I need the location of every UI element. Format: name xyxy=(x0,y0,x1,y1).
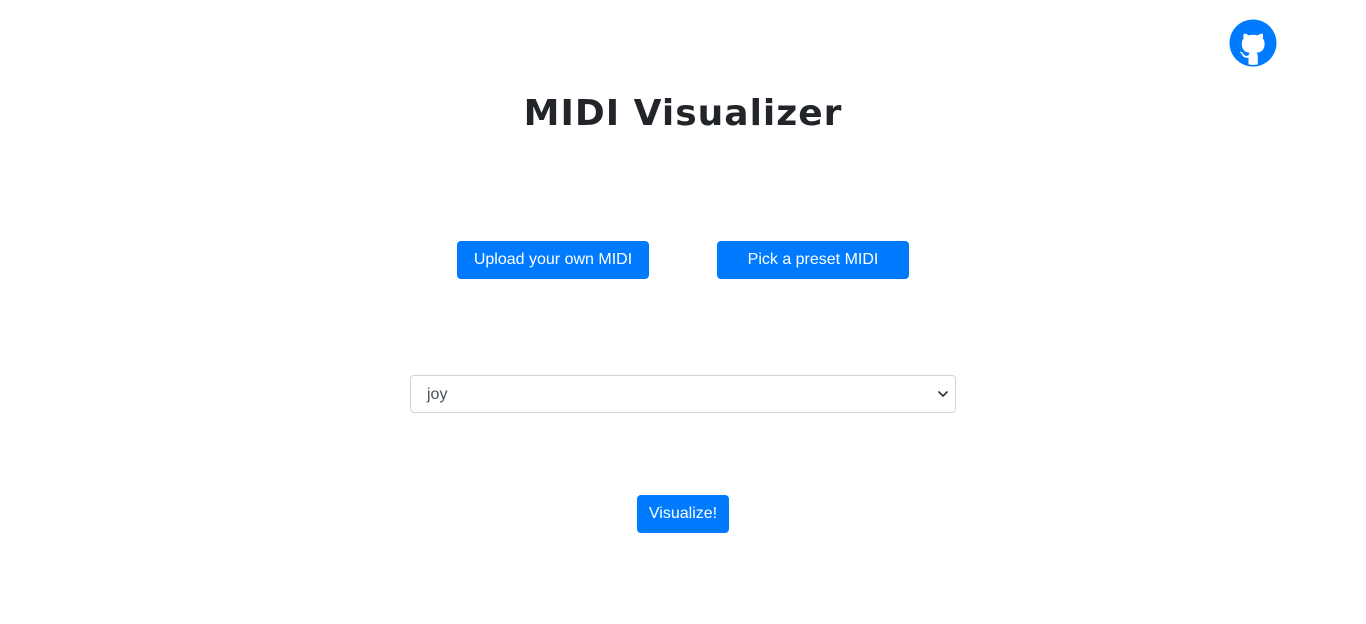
page-title: MIDI Visualizer xyxy=(523,93,843,134)
page: MIDI Visualizer Upload your own MIDI Pic… xyxy=(0,0,1366,624)
preset-select-value: joy xyxy=(427,386,448,403)
visualize-button[interactable]: Visualize! xyxy=(637,495,729,533)
upload-midi-button[interactable]: Upload your own MIDI xyxy=(457,241,649,279)
chevron-down-icon xyxy=(938,389,948,399)
pick-preset-button[interactable]: Pick a preset MIDI xyxy=(717,241,909,279)
preset-select[interactable]: joy xyxy=(410,375,956,413)
github-link[interactable] xyxy=(1229,19,1277,67)
github-icon xyxy=(1229,19,1277,67)
